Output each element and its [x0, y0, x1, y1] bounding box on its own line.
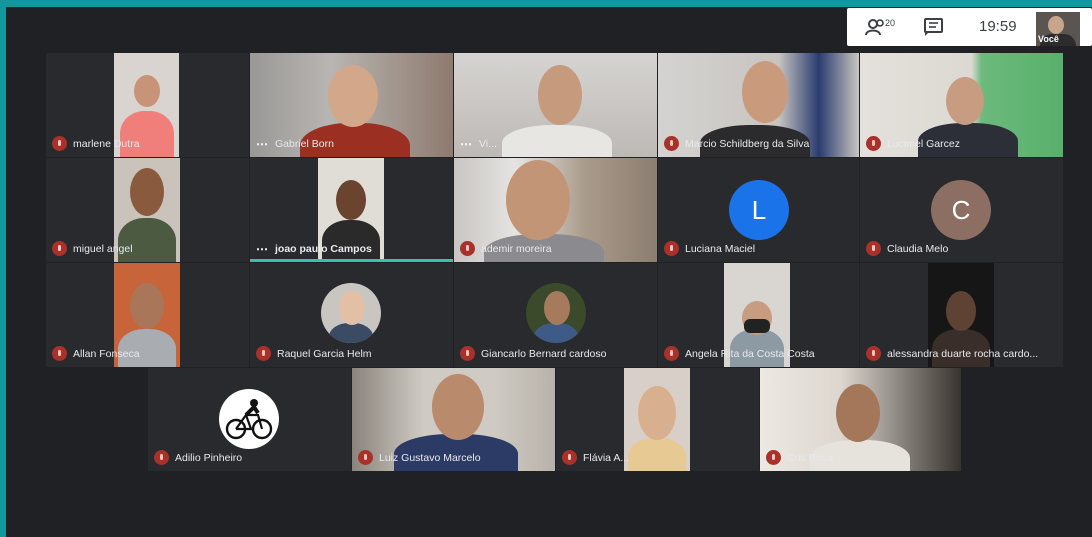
participant-label: alessandra duarte rocha cardo... [866, 346, 1038, 361]
participant-count: 20 [885, 18, 895, 28]
participant-name: Allan Fonseca [73, 347, 140, 360]
participant-tile[interactable]: marlene Dutra [46, 53, 249, 157]
mic-off-icon [256, 346, 271, 361]
chat-button[interactable] [923, 18, 945, 36]
participant-tile[interactable]: Marcio Schildberg da Silva [658, 53, 859, 157]
participant-label: marlene Dutra [52, 136, 140, 151]
participant-tile[interactable]: Angela Rita da Costa Costa [658, 263, 859, 367]
chat-icon [924, 18, 943, 36]
participant-label: Adilio Pinheiro [154, 450, 242, 465]
participant-name: Luciana Maciel [685, 242, 756, 255]
mic-off-icon [766, 450, 781, 465]
participant-tile[interactable]: ⋯ Vi... [454, 53, 657, 157]
participant-name: Claudia Melo [887, 242, 949, 255]
participant-tile[interactable]: Adilio Pinheiro [148, 368, 351, 471]
participant-name: Vi... [479, 138, 497, 150]
participant-name: Raquel Garcia Helm [277, 347, 372, 360]
participant-label: ⋯ Vi... [460, 137, 497, 151]
participant-label: Lucimel Garcez [866, 136, 960, 151]
mic-off-icon [52, 136, 67, 151]
participant-name: Marcio Schildberg da Silva [685, 137, 810, 150]
participant-label: Giancarlo Bernard cardoso [460, 346, 606, 361]
participant-label: ⋯ joao paulo Campos [256, 242, 372, 256]
participant-tile[interactable]: Giancarlo Bernard cardoso [454, 263, 657, 367]
video-feed [624, 368, 690, 471]
mic-off-icon [460, 241, 475, 256]
participant-label: Claudia Melo [866, 241, 948, 256]
participant-tile-active-speaker[interactable]: ⋯ joao paulo Campos [250, 158, 453, 262]
mic-off-icon [866, 241, 881, 256]
participant-tile[interactable]: Luiz Gustavo Marcelo [352, 368, 555, 471]
participant-name: marlene Dutra [73, 137, 140, 150]
participant-label: Allan Fonseca [52, 346, 140, 361]
mic-off-icon [664, 136, 679, 151]
participant-tile[interactable]: ⋯ Gabriel Born [250, 53, 453, 157]
clock: 19:59 [979, 18, 1017, 35]
meeting-toolbar: 20 19:59 Você [847, 8, 1092, 46]
mic-off-icon [664, 241, 679, 256]
video-feed [321, 283, 381, 343]
participant-tile[interactable]: Raquel Garcia Helm [250, 263, 453, 367]
cyclist-avatar-icon [219, 389, 279, 449]
people-button[interactable]: 20 [865, 17, 899, 37]
participant-name: alessandra duarte rocha cardo... [887, 347, 1039, 360]
mic-off-icon [562, 450, 577, 465]
participant-name: joao paulo Campos [275, 243, 372, 255]
mic-off-icon [664, 346, 679, 361]
more-options-icon[interactable]: ⋯ [256, 137, 269, 151]
people-icon: 20 [865, 18, 895, 36]
video-feed [526, 283, 586, 343]
participant-label: Luiz Gustavo Marcelo [358, 450, 481, 465]
participant-label: Marcio Schildberg da Silva [664, 136, 809, 151]
mic-off-icon [52, 346, 67, 361]
participant-name: Gabriel Born [275, 138, 334, 150]
self-view[interactable]: Você [1036, 12, 1080, 46]
participant-name: miguel angel [73, 242, 133, 255]
participant-label: Cris Rosa [766, 450, 833, 465]
participant-name: ademir moreira [481, 242, 552, 255]
speaking-indicator [250, 259, 453, 262]
more-options-icon[interactable]: ⋯ [460, 137, 473, 151]
participant-tile[interactable]: C Claudia Melo [860, 158, 1063, 262]
avatar: C [931, 180, 991, 240]
participant-label: ⋯ Gabriel Born [256, 137, 334, 151]
avatar: L [729, 180, 789, 240]
participant-tile[interactable]: ademir moreira [454, 158, 657, 262]
mic-off-icon [866, 136, 881, 151]
more-options-icon[interactable]: ⋯ [256, 242, 269, 256]
participant-name: Lucimel Garcez [887, 137, 960, 150]
participant-name: Flávia A... [583, 451, 630, 464]
participant-tile[interactable]: L Luciana Maciel [658, 158, 859, 262]
participant-tile[interactable]: Allan Fonseca [46, 263, 249, 367]
participant-label: Luciana Maciel [664, 241, 755, 256]
participant-tile[interactable]: alessandra duarte rocha cardo... [860, 263, 1063, 367]
mic-off-icon [154, 450, 169, 465]
participant-name: Giancarlo Bernard cardoso [481, 347, 607, 360]
participant-label: ademir moreira [460, 241, 552, 256]
participant-tile[interactable]: Lucimel Garcez [860, 53, 1063, 157]
mic-off-icon [866, 346, 881, 361]
participant-label: miguel angel [52, 241, 133, 256]
mic-off-icon [460, 346, 475, 361]
participant-name: Angela Rita da Costa Costa [685, 347, 815, 360]
participant-tile[interactable]: Flávia A... [556, 368, 759, 471]
participant-name: Cris Rosa [787, 451, 834, 464]
participant-tile[interactable]: Cris Rosa [760, 368, 961, 471]
mic-off-icon [52, 241, 67, 256]
participant-tile[interactable]: miguel angel [46, 158, 249, 262]
participant-name: Luiz Gustavo Marcelo [379, 451, 481, 464]
participant-label: Angela Rita da Costa Costa [664, 346, 815, 361]
participant-label: Flávia A... [562, 450, 629, 465]
participant-name: Adilio Pinheiro [175, 451, 243, 464]
participant-label: Raquel Garcia Helm [256, 346, 372, 361]
mic-off-icon [358, 450, 373, 465]
self-label: Você [1038, 34, 1059, 44]
